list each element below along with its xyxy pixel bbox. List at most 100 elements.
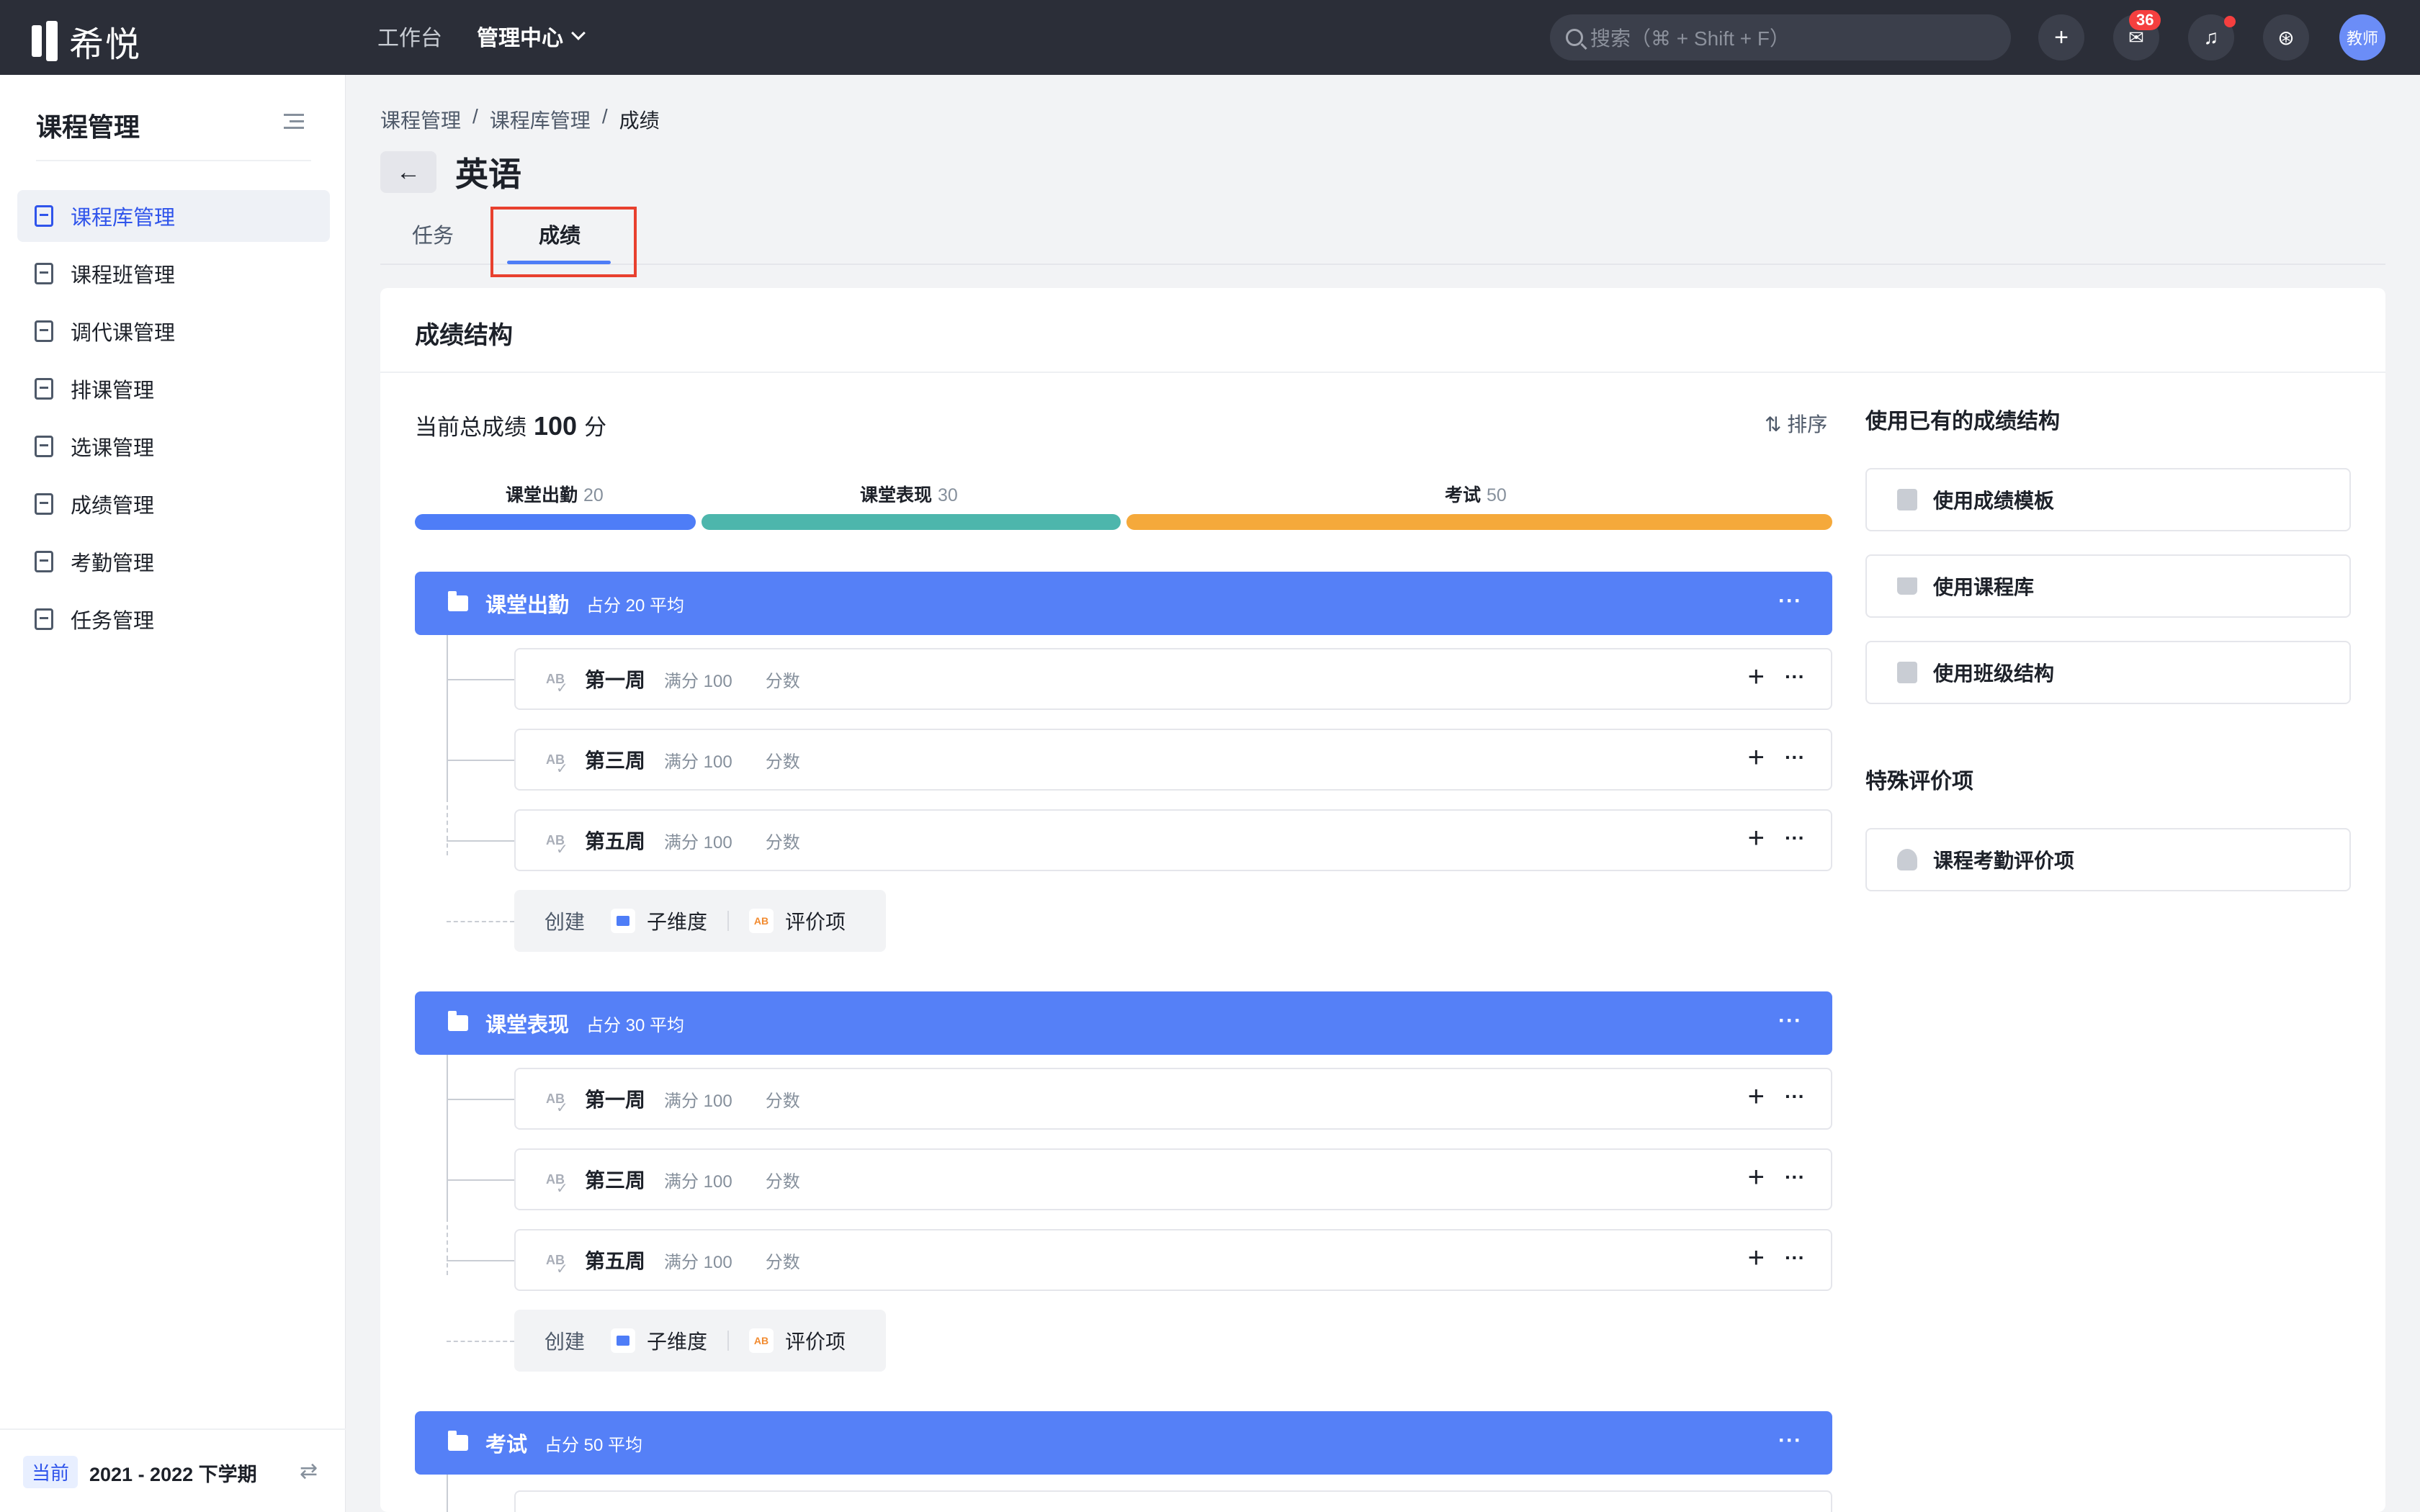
folder-icon	[448, 1011, 468, 1031]
sidebar-item-label: 课程班管理	[71, 264, 176, 287]
nav-admin-center[interactable]: 管理中心	[477, 20, 586, 52]
current-term: 2021 - 2022 下学期	[89, 1464, 257, 1485]
tree-line	[447, 1055, 448, 1218]
more-icon[interactable]: ···	[1785, 1085, 1805, 1108]
sidebar-item-substitute[interactable]: 调代课管理	[17, 305, 330, 357]
tab-tasks[interactable]: 任务	[412, 219, 454, 249]
bar-performance	[702, 514, 1121, 530]
item-unit: 分数	[765, 752, 800, 772]
more-icon[interactable]: ···	[1785, 746, 1805, 769]
use-template-label: 使用成绩模板	[1933, 490, 2055, 512]
sidebar-item-course-library[interactable]: 课程库管理	[17, 190, 330, 242]
sidebar-item-attendance[interactable]: 考勤管理	[17, 536, 330, 588]
create-sub-dimension-button[interactable]: 子维度	[647, 1326, 707, 1355]
use-class-structure-label: 使用班级结构	[1933, 662, 2055, 685]
use-course-library-button[interactable]: 使用课程库	[1865, 554, 2351, 618]
total-score-unit: 分	[584, 415, 607, 440]
evaluation-item-icon: AB	[546, 1253, 572, 1278]
total-score-label: 当前总成绩	[415, 415, 526, 440]
total-score-value: 100	[534, 411, 578, 441]
add-button[interactable]: +	[2038, 14, 2084, 60]
sidebar-item-label: 选课管理	[71, 437, 155, 460]
sidebar: 课程管理 课程库管理 课程班管理 调代课管理 排课管理 选课管理 成绩管理 考勤…	[0, 75, 346, 1512]
sidebar-item-tasks[interactable]: 任务管理	[17, 593, 330, 645]
group-header-performance[interactable]: 课堂表现 占分 30 平均 ···	[415, 991, 1832, 1055]
sidebar-item-schedule[interactable]: 排课管理	[17, 363, 330, 415]
sidebar-item-course-class[interactable]: 课程班管理	[17, 248, 330, 300]
add-icon[interactable]: +	[1748, 1082, 1765, 1111]
breadcrumb-course-library[interactable]: 课程库管理	[490, 105, 591, 134]
avatar[interactable]: 教师	[2339, 14, 2385, 60]
use-template-button[interactable]: 使用成绩模板	[1865, 468, 2351, 531]
list-item[interactable]: AB 第一周 满分 100 分数 + ···	[514, 1068, 1832, 1130]
tree-branch	[447, 1099, 514, 1100]
add-icon[interactable]: +	[1748, 824, 1765, 852]
more-icon[interactable]: ···	[1785, 665, 1805, 688]
add-icon[interactable]: +	[1748, 743, 1765, 772]
more-icon[interactable]: ···	[1785, 1246, 1805, 1269]
list-item[interactable]: AB 第三周 满分 100 分数 + ···	[514, 729, 1832, 791]
sidebar-footer-divider	[0, 1428, 346, 1430]
course-class-icon	[35, 263, 53, 284]
more-icon[interactable]: ···	[1778, 589, 1802, 613]
app-logo[interactable]: 希悦	[32, 16, 141, 66]
substitute-icon	[35, 320, 53, 342]
more-icon[interactable]: ···	[1778, 1009, 1802, 1033]
create-evaluation-item-button[interactable]: 评价项	[785, 906, 846, 935]
list-item[interactable]	[514, 1490, 1832, 1512]
sort-icon: ⇅	[1765, 413, 1782, 436]
item-name: 第五周	[585, 830, 646, 852]
breadcrumb-course-management[interactable]: 课程管理	[380, 105, 461, 134]
bar-name: 课堂表现	[860, 485, 933, 505]
group-header-exam[interactable]: 考试 占分 50 平均 ···	[415, 1411, 1832, 1475]
use-course-library-label: 使用课程库	[1933, 576, 2035, 598]
add-icon[interactable]: +	[1748, 1163, 1765, 1192]
task-list-icon	[35, 608, 53, 630]
sort-button[interactable]: ⇅ 排序	[1765, 409, 1827, 438]
group-header-attendance[interactable]: 课堂出勤 占分 20 平均 ···	[415, 572, 1832, 635]
tree-branch	[447, 760, 514, 761]
search-input[interactable]: 搜索（⌘ + Shift + F）	[1550, 14, 2011, 60]
more-icon[interactable]: ···	[1778, 1428, 1802, 1453]
list-item[interactable]: AB 第五周 满分 100 分数 + ···	[514, 809, 1832, 871]
attendance-evaluation-button[interactable]: 课程考勤评价项	[1865, 828, 2351, 891]
plus-icon: +	[2054, 23, 2069, 51]
course-selection-icon	[35, 436, 53, 457]
logo-mark-icon	[32, 21, 60, 61]
sidebar-item-grades[interactable]: 成绩管理	[17, 478, 330, 530]
item-name: 第一周	[585, 669, 646, 691]
switch-term-icon[interactable]: ⇄	[300, 1459, 318, 1484]
folder-icon	[448, 591, 468, 611]
list-item[interactable]: AB 第一周 满分 100 分数 + ···	[514, 648, 1832, 710]
nav-workbench[interactable]: 工作台	[377, 20, 442, 52]
tree-line	[447, 635, 448, 798]
item-unit: 分数	[765, 671, 800, 691]
more-icon[interactable]: ···	[1785, 827, 1805, 850]
panel-header: 成绩结构	[380, 288, 2385, 373]
top-bar: 希悦 工作台 管理中心 搜索（⌘ + Shift + F） + ✉ 36 ♫ ⊛…	[0, 0, 2420, 75]
create-evaluation-item-button[interactable]: 评价项	[785, 1326, 846, 1355]
tree-branch	[447, 1179, 514, 1181]
add-icon[interactable]: +	[1748, 662, 1765, 691]
schedule-icon	[35, 378, 53, 400]
bar-label-exam: 考试 50	[1445, 481, 1507, 507]
current-term-tag: 当前	[23, 1456, 79, 1488]
attendance-icon	[35, 551, 53, 572]
apps-button[interactable]: ⊛	[2263, 14, 2309, 60]
sidebar-item-label: 调代课管理	[71, 322, 176, 345]
use-class-structure-button[interactable]: 使用班级结构	[1865, 641, 2351, 704]
bar-exam	[1126, 514, 1832, 530]
sidebar-item-label: 排课管理	[71, 379, 155, 402]
grade-structure-panel: 成绩结构 当前总成绩 100 分 ⇅ 排序 课堂出勤 20 课堂表现 30 考试 50…	[380, 288, 2385, 1512]
evaluation-item-icon: AB	[546, 833, 572, 858]
list-item[interactable]: AB 第三周 满分 100 分数 + ···	[514, 1148, 1832, 1210]
back-button[interactable]: ←	[380, 151, 436, 193]
more-icon[interactable]: ···	[1785, 1166, 1805, 1189]
item-full-score: 满分 100	[664, 832, 732, 852]
list-item[interactable]: AB 第五周 满分 100 分数 + ···	[514, 1229, 1832, 1291]
create-bar: 创建 子维度 AB 评价项	[514, 890, 886, 952]
add-icon[interactable]: +	[1748, 1243, 1765, 1272]
sidebar-item-course-selection[interactable]: 选课管理	[17, 420, 330, 472]
create-sub-dimension-button[interactable]: 子维度	[647, 906, 707, 935]
collapse-sidebar-icon[interactable]	[284, 114, 304, 131]
